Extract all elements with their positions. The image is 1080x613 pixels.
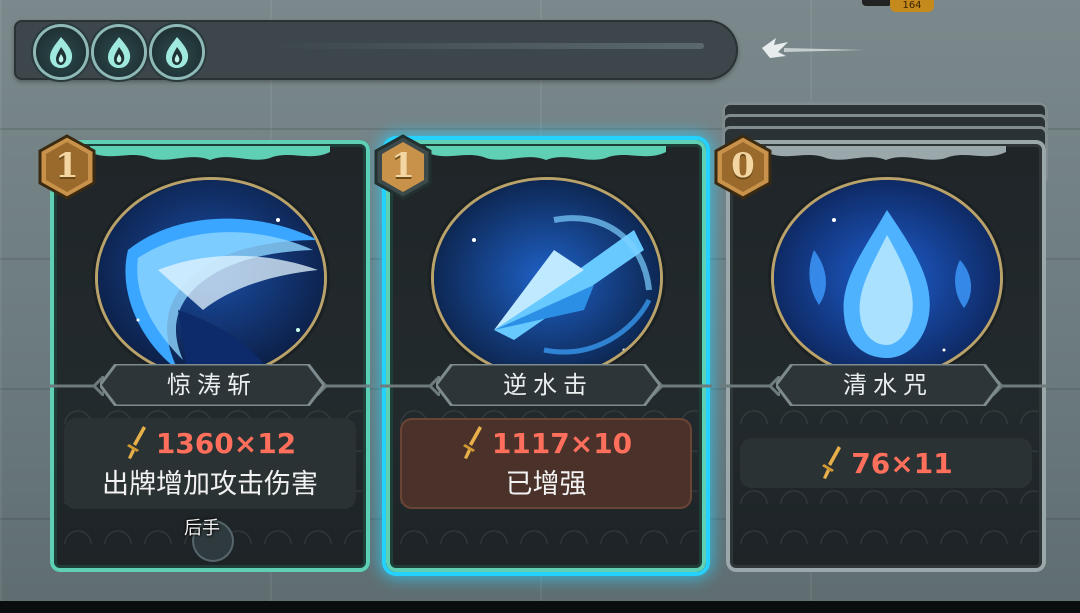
banner-wing-left bbox=[44, 376, 104, 396]
cost-badge: 1 bbox=[38, 134, 96, 200]
sword-icon bbox=[126, 426, 146, 459]
card-top-ornament bbox=[766, 146, 1006, 160]
damage-value: 76×11 bbox=[851, 446, 953, 480]
cost-value: 0 bbox=[731, 146, 755, 186]
skill-card-2[interactable]: 1 逆水击 1117×10 已增强 bbox=[374, 134, 712, 572]
card-name-banner: 逆水击 bbox=[436, 364, 660, 406]
damage-line: 76×11 bbox=[740, 446, 1032, 480]
skill-card-3[interactable]: 0 清水咒 76×11 bbox=[714, 134, 1052, 572]
card-name: 惊涛斩 bbox=[167, 371, 257, 399]
energy-orb-1 bbox=[36, 27, 86, 77]
card-art-water-drop bbox=[774, 180, 1000, 376]
screen-bottom-bar bbox=[0, 601, 1080, 613]
card-effect: 已增强 bbox=[505, 469, 587, 500]
card-description: 76×11 bbox=[740, 438, 1032, 488]
flame-icon bbox=[166, 37, 189, 68]
card-effect: 出牌增加攻击伤害 bbox=[102, 469, 318, 500]
card-art-wave-slash bbox=[98, 180, 324, 376]
card-name: 逆水击 bbox=[503, 371, 593, 399]
card-name: 清水咒 bbox=[843, 371, 933, 399]
banner-wing-left bbox=[720, 376, 780, 396]
cost-badge: 0 bbox=[714, 134, 772, 200]
turn-tag-label: 后手 bbox=[184, 518, 220, 539]
flame-icon bbox=[108, 37, 131, 68]
top-status-tab bbox=[862, 0, 892, 6]
banner-wing-right bbox=[992, 376, 1052, 396]
card-name-banner: 清水咒 bbox=[776, 364, 1000, 406]
energy-orb-3 bbox=[152, 27, 202, 77]
turn-tag: 后手 bbox=[184, 518, 236, 562]
card-description: 1360×12 出牌增加攻击伤害 bbox=[64, 418, 356, 509]
skill-card-1[interactable]: 1 惊涛斩 1360×12 出牌增加攻击伤害 后手 bbox=[38, 134, 376, 572]
banner-wing-right bbox=[652, 376, 712, 396]
banner-wing-left bbox=[380, 376, 440, 396]
energy-bar-stripe bbox=[274, 43, 704, 49]
energy-orb-2 bbox=[94, 27, 144, 77]
cost-value: 1 bbox=[391, 146, 415, 186]
damage-value: 1117×10 bbox=[491, 426, 633, 460]
damage-line: 1360×12 bbox=[64, 426, 356, 460]
card-description: 1117×10 已增强 bbox=[400, 418, 692, 509]
card-art-water-spear bbox=[434, 180, 660, 376]
damage-line: 1117×10 bbox=[400, 426, 692, 460]
card-top-ornament bbox=[426, 146, 666, 160]
banner-wing-right bbox=[316, 376, 376, 396]
sword-icon bbox=[822, 446, 842, 479]
card-top-ornament bbox=[90, 146, 330, 160]
card-name-banner: 惊涛斩 bbox=[100, 364, 324, 406]
sword-icon bbox=[462, 426, 482, 459]
top-status-badge: 164 bbox=[890, 0, 934, 12]
cost-badge: 1 bbox=[374, 134, 432, 200]
cost-value: 1 bbox=[55, 146, 79, 186]
back-arrow-icon[interactable] bbox=[756, 30, 866, 70]
damage-value: 1360×12 bbox=[155, 426, 297, 460]
flame-icon bbox=[50, 37, 73, 68]
